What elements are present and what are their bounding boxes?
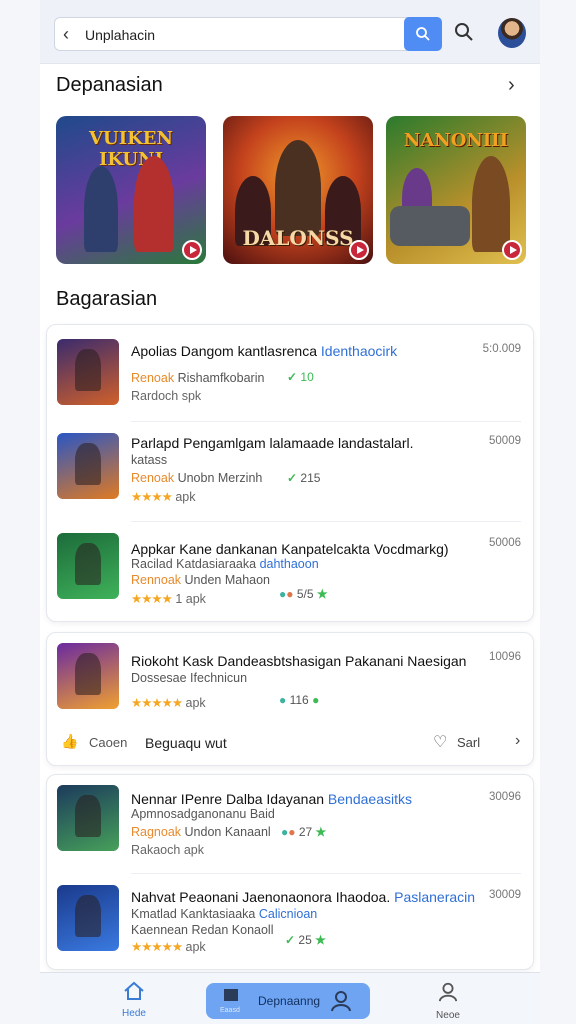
- app-list-card: Nennar IPenre Dalba Idayanan Bendaeasitk…: [46, 774, 534, 970]
- rating-stars: ★★★★: [131, 592, 173, 606]
- search-input[interactable]: ‹ Unplahacin: [54, 17, 442, 51]
- featured-post-card: Riokoht Kask Dandeasbtshasigan Pakanani …: [46, 632, 534, 766]
- rating-stars: ★★★★★: [131, 940, 183, 954]
- app-list-card: Apolias Dangom kantlasrenca Identhaocirk…: [46, 324, 534, 622]
- chevron-right-icon[interactable]: ›: [515, 732, 520, 750]
- save-label[interactable]: Sarl: [457, 735, 480, 750]
- download-count: 30096: [489, 791, 521, 803]
- featured-banner[interactable]: VUIKEN IKUNI: [56, 116, 206, 264]
- verified-badge: ✓ 10: [287, 370, 314, 384]
- avatar[interactable]: [498, 18, 526, 48]
- back-arrow-icon[interactable]: ‹: [63, 24, 69, 44]
- download-count: 5:0.009: [482, 343, 521, 355]
- banner-title: NANONIII: [403, 130, 509, 151]
- featured-banner[interactable]: DALONSS: [223, 116, 373, 264]
- app-thumbnail: [57, 885, 119, 951]
- like-label[interactable]: Caoen: [89, 735, 127, 750]
- app-rating: ★★★★★ apk: [131, 940, 206, 954]
- app-subtitle: katass: [131, 453, 168, 467]
- app-thumbnail: [57, 339, 119, 405]
- chevron-right-icon[interactable]: ›: [508, 74, 515, 97]
- nav-news-label: Neoe: [436, 1010, 460, 1021]
- nav-pill-caption: Eaasd: [220, 1007, 240, 1014]
- app-meta: Renoak Rishamfkobarin: [131, 371, 265, 385]
- list-item[interactable]: Appkar Kane dankanan Kanpatelcakta Vocdm…: [47, 523, 535, 623]
- verified-badge: ✓ 215: [287, 471, 321, 485]
- heart-icon[interactable]: ♡: [433, 732, 447, 752]
- action-text[interactable]: Beguaqu wut: [145, 735, 227, 751]
- app-thumbnail: [57, 433, 119, 499]
- nav-news[interactable]: Neoe: [428, 981, 468, 1021]
- app-thumbnail: [57, 533, 119, 599]
- app-subtitle: Racilad Katdasiaraaka dahthaoon: [131, 557, 319, 571]
- download-count: 10096: [489, 651, 521, 663]
- app-title: Nennar IPenre Dalba Idayanan Bendaeasitk…: [131, 791, 412, 807]
- app-meta: Renoak Unobn Merzinh: [131, 471, 263, 485]
- nav-home-label: Hede: [122, 1008, 146, 1019]
- app-source: Rardoch spk: [131, 389, 202, 403]
- search-icon: [416, 27, 430, 41]
- app-title: Parlapd Pengamlgam lalamaade landastalar…: [131, 435, 414, 451]
- app-title: Appkar Kane dankanan Kanpatelcakta Vocdm…: [131, 541, 449, 557]
- nav-home[interactable]: Hede: [114, 981, 154, 1019]
- featured-banner[interactable]: NANONIII: [386, 116, 526, 264]
- app-subtitle: Apmnosadganonanu Baid: [131, 807, 275, 821]
- play-icon[interactable]: [182, 240, 202, 260]
- play-icon[interactable]: [502, 240, 522, 260]
- reaction-badge: ●● 5/5 ★: [279, 587, 328, 601]
- rating-stars: ★★★★: [131, 490, 173, 504]
- star-icon: ★: [316, 587, 328, 601]
- search-icon[interactable]: [454, 22, 474, 42]
- app-meta: Ragnoak Undon Kanaanl: [131, 825, 271, 839]
- download-count: 30009: [489, 889, 521, 901]
- home-icon: [124, 981, 144, 1000]
- verified-badge: ✓ 25 ★: [285, 933, 326, 947]
- list-item[interactable]: Parlapd Pengamlgam lalamaade landastalar…: [47, 423, 535, 523]
- nav-discover[interactable]: Eaasd Depnaanng: [206, 983, 370, 1019]
- play-icon[interactable]: [349, 240, 369, 260]
- star-icon: ★: [315, 933, 326, 947]
- phone-screen: ‹ Unplahacin Depanasian › VUIKEN IKUNI D…: [40, 0, 540, 1024]
- check-icon: ✓: [285, 933, 296, 947]
- bottom-nav: Hede Eaasd Depnaanng Neoe: [40, 972, 540, 1024]
- download-count: 50009: [489, 435, 521, 447]
- app-rating: ★★★★★ apk: [131, 696, 206, 710]
- list-item[interactable]: Nennar IPenre Dalba Idayanan Bendaeasitk…: [47, 775, 535, 875]
- section-title: Depanasian: [56, 74, 163, 96]
- search-query: Unplahacin: [85, 27, 156, 43]
- app-thumbnail: [57, 643, 119, 709]
- section-title: Bagarasian: [56, 288, 158, 310]
- app-title: Apolias Dangom kantlasrenca Identhaocirk: [131, 343, 398, 359]
- app-title: Riokoht Kask Dandeasbtshasigan Pakanani …: [131, 653, 467, 669]
- app-subtitle: Kmatlad Kanktasiaaka Calicnioan: [131, 907, 318, 921]
- reaction-badge: ●● 27 ★: [281, 825, 327, 839]
- download-count: 50006: [489, 537, 521, 549]
- app-title: Nahvat Peaonani Jaenonaonora Ihaodoa. Pa…: [131, 889, 476, 905]
- search-button[interactable]: [404, 17, 442, 51]
- action-bar: 👍 Caoen Beguaqu wut ♡ Sarl ›: [47, 725, 535, 761]
- list-item[interactable]: Nahvat Peaonani Jaenonaonora Ihaodoa. Pa…: [47, 875, 535, 975]
- gamepad-icon: [224, 989, 238, 1001]
- nav-pill-label: Depnaanng: [258, 994, 321, 1008]
- rating-stars: ★★★★★: [131, 696, 183, 710]
- profile-icon: [331, 991, 351, 1012]
- star-icon: ★: [315, 825, 327, 839]
- app-thumbnail: [57, 785, 119, 851]
- banner-title: VUIKEN IKUNI: [89, 128, 173, 170]
- app-subtitle: Dossesae Ifechnicun: [131, 671, 248, 685]
- app-rating: ★★★★ 1 apk: [131, 592, 206, 606]
- list-item[interactable]: Riokoht Kask Dandeasbtshasigan Pakanani …: [47, 633, 535, 733]
- list-item[interactable]: Apolias Dangom kantlasrenca Identhaocirk…: [47, 325, 535, 425]
- check-icon: ✓: [287, 471, 298, 485]
- profile-icon: [438, 982, 458, 1002]
- app-meta: Kaennean Redan Konaoll: [131, 923, 274, 937]
- thumbs-up-icon[interactable]: 👍: [61, 733, 78, 750]
- app-rating: ★★★★ apk: [131, 490, 196, 504]
- app-source: Rakaoch apk: [131, 843, 204, 857]
- app-meta: Rennoak Unden Mahaon: [131, 573, 271, 587]
- reaction-badge: ● 116 ●: [279, 693, 320, 707]
- check-icon: ✓: [287, 370, 298, 384]
- top-bar: ‹ Unplahacin: [40, 0, 540, 64]
